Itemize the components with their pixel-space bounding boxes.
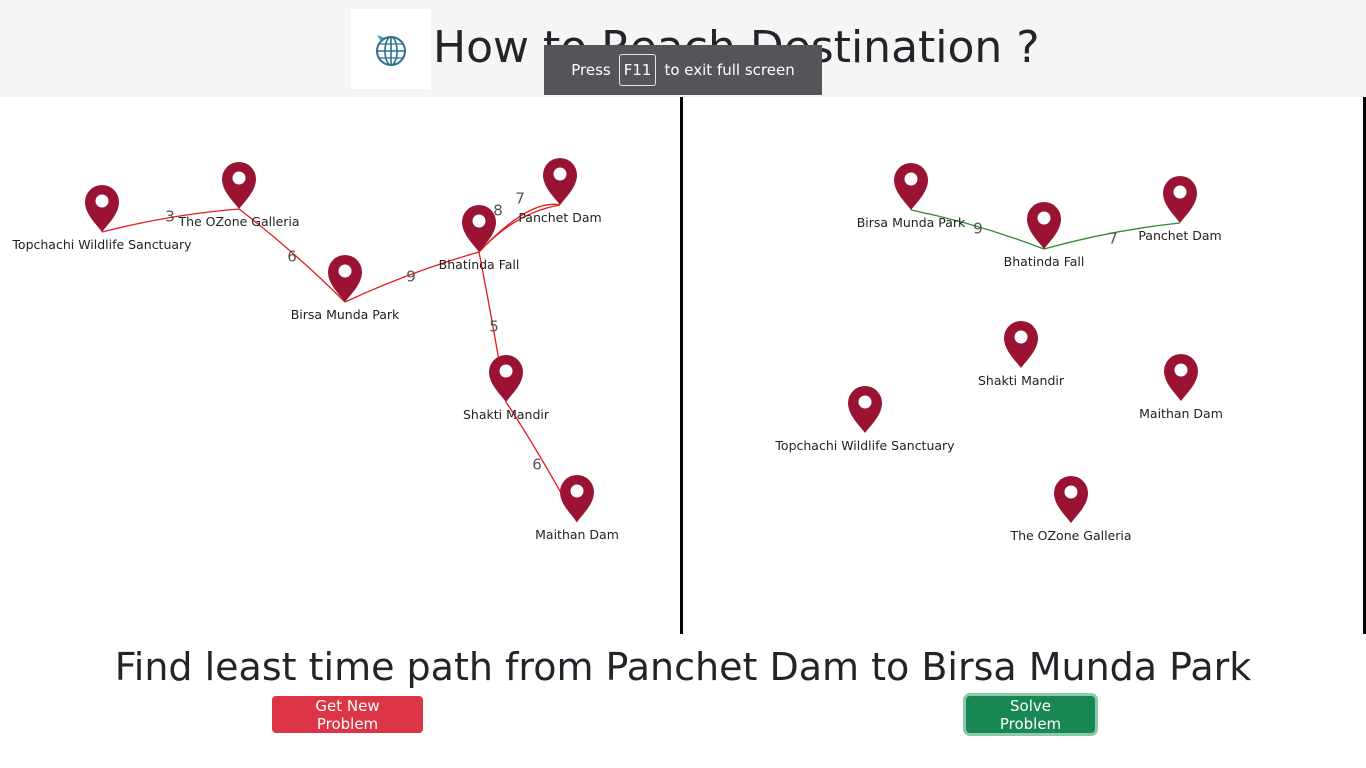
right-node-label: Panchet Dam (1138, 228, 1221, 243)
map-pin-icon (560, 475, 594, 522)
right-edge-weight: 7 (1108, 230, 1118, 248)
right-graph-panel[interactable]: 9 7 Birsa Munda Park Bhatinda Fall Panchet D… (683, 97, 1363, 634)
left-node-label: Shakti Mandir (463, 407, 550, 422)
map-pin-icon (1027, 202, 1061, 249)
right-node-label: Topchachi Wildlife Sanctuary (774, 438, 955, 453)
left-edge-weight: 7 (515, 190, 525, 208)
left-node-panchet[interactable]: Panchet Dam (518, 158, 602, 225)
left-node-shakti[interactable]: Shakti Mandir (463, 355, 550, 422)
left-edge-weight: 9 (406, 268, 416, 286)
left-node-label: Topchachi Wildlife Sanctuary (11, 237, 192, 252)
left-node-birsa[interactable]: Birsa Munda Park (291, 255, 400, 322)
map-pin-icon (543, 158, 577, 205)
right-node-bhatinda[interactable]: Bhatinda Fall (1004, 202, 1085, 269)
problem-statement: Find least time path from Panchet Dam to… (114, 645, 1252, 689)
get-new-problem-button[interactable]: Get New Problem (272, 696, 423, 733)
map-pin-icon (222, 162, 256, 209)
toast-key: F11 (618, 54, 657, 86)
map-pin-icon (1054, 476, 1088, 523)
left-node-ozone[interactable]: The OZone Galleria (177, 162, 300, 229)
globe-plane-icon (376, 35, 406, 66)
map-pin-icon (328, 255, 362, 302)
map-pin-icon (1164, 354, 1198, 401)
map-pin-icon (1163, 176, 1197, 223)
left-node-maithan[interactable]: Maithan Dam (535, 475, 619, 542)
right-node-label: Shakti Mandir (978, 373, 1065, 388)
left-node-label: Panchet Dam (518, 210, 601, 225)
toast-suffix: to exit full screen (664, 61, 795, 79)
map-pin-icon (462, 205, 496, 252)
map-pin-icon (85, 185, 119, 232)
right-node-birsa[interactable]: Birsa Munda Park (857, 163, 966, 230)
right-node-shakti[interactable]: Shakti Mandir (978, 321, 1065, 388)
right-node-topchachi[interactable]: Topchachi Wildlife Sanctuary (774, 386, 955, 453)
left-node-label: Bhatinda Fall (439, 257, 520, 272)
toast-prefix: Press (571, 61, 611, 79)
right-node-ozone[interactable]: The OZone Galleria (1009, 476, 1132, 543)
right-node-label: Birsa Munda Park (857, 215, 966, 230)
left-graph-canvas[interactable]: 3698756Topchachi Wildlife SanctuaryThe O… (0, 97, 680, 634)
left-node-label: Maithan Dam (535, 527, 619, 542)
right-edge-weight: 9 (973, 220, 983, 238)
right-graph-canvas[interactable]: 9 7 Birsa Munda Park Bhatinda Fall Panchet D… (683, 97, 1363, 634)
map-pin-icon (1004, 321, 1038, 368)
left-node-label: Birsa Munda Park (291, 307, 400, 322)
left-edge-weight: 5 (489, 318, 499, 336)
right-node-label: Maithan Dam (1139, 406, 1223, 421)
right-node-label: Bhatinda Fall (1004, 254, 1085, 269)
left-graph-panel[interactable]: 3 6 9 8 7 5 6 Topchachi Wildlife Sanctuary The O… (0, 97, 680, 634)
solve-problem-button[interactable]: Solve Problem (966, 696, 1095, 733)
right-node-panchet[interactable]: Panchet Dam (1138, 176, 1222, 243)
map-pin-icon (894, 163, 928, 210)
left-edge-weight: 6 (532, 456, 542, 474)
right-node-maithan[interactable]: Maithan Dam (1139, 354, 1223, 421)
map-pin-icon (848, 386, 882, 433)
left-node-bhatinda[interactable]: Bhatinda Fall (439, 205, 520, 272)
right-node-label: The OZone Galleria (1009, 528, 1131, 543)
left-edge-weight: 6 (287, 248, 297, 266)
left-edge-weight: 3 (165, 208, 175, 226)
map-pin-icon (489, 355, 523, 402)
fullscreen-toast: Press F11 to exit full screen (544, 45, 822, 95)
logo (351, 9, 431, 89)
left-node-label: The OZone Galleria (177, 214, 299, 229)
